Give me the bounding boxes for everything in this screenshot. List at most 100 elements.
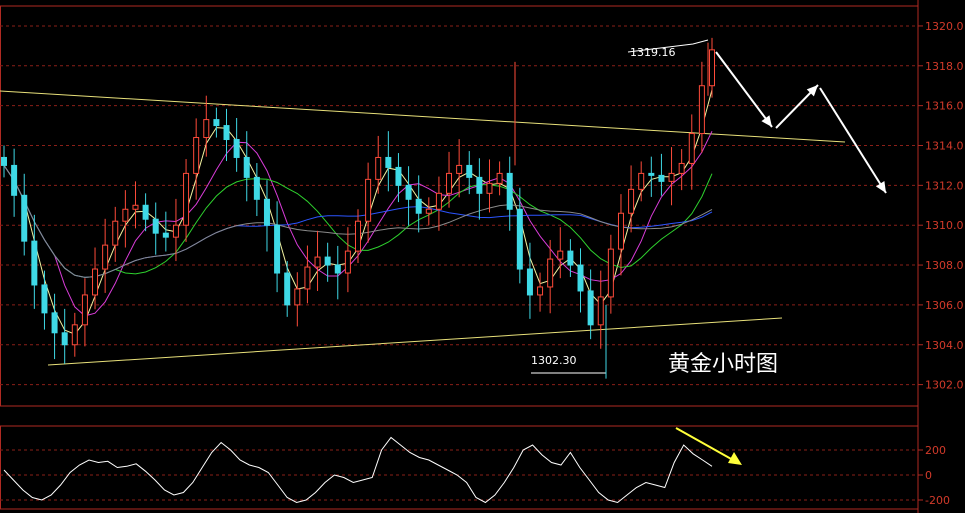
candle-body — [658, 174, 665, 182]
indicator-tick-label: 0 — [925, 469, 932, 482]
candle-body — [466, 164, 473, 178]
candle-body — [172, 224, 179, 238]
forecast-arrow-down-1-head — [761, 115, 772, 127]
candle-body — [547, 258, 554, 288]
candle-body — [496, 172, 503, 184]
candle-body — [112, 220, 119, 246]
candle-body — [607, 248, 614, 298]
candle-body — [223, 125, 230, 141]
candle-body — [152, 218, 159, 234]
candle-body — [142, 204, 149, 220]
candle-body — [415, 198, 422, 214]
candle-body — [597, 296, 604, 326]
indicator-line — [3, 436, 713, 504]
candle-body — [162, 232, 169, 238]
chart-stage: 1302.0 1304.0 1306.0 1308.0 1310.0 1312.0 1314… — [0, 0, 965, 513]
y-tick-label: 1314.0 — [925, 140, 964, 153]
indicator-panel: 200 0 -200 — [0, 425, 950, 510]
candle-body — [435, 192, 442, 210]
candle-body — [274, 224, 281, 274]
y-tick-label: 1308.0 — [925, 259, 964, 272]
candle-body — [31, 240, 38, 286]
candle-body — [233, 139, 240, 158]
candle-body — [375, 156, 382, 180]
candle-body — [628, 188, 635, 214]
chart-title: 黄金小时图 — [668, 352, 778, 377]
candle-body — [92, 268, 99, 296]
price-grid — [0, 0, 919, 513]
y-tick-label: 1320.0 — [925, 20, 964, 33]
candle-body — [1, 156, 7, 166]
candle-body — [506, 172, 513, 210]
candle-body — [486, 182, 493, 194]
candle-body — [41, 284, 48, 314]
y-tick-label: 1318.0 — [925, 60, 964, 73]
y-tick-label: 1310.0 — [925, 219, 964, 232]
candle-body — [21, 194, 28, 242]
candle-body — [395, 166, 402, 186]
candle-body — [102, 244, 109, 270]
candle-body — [355, 220, 361, 252]
candle-body — [456, 164, 463, 174]
candle-body — [557, 250, 564, 260]
low-annotation: 1302.30 — [531, 354, 577, 367]
candle-body — [425, 208, 432, 214]
candle-body — [678, 162, 685, 174]
candle-body — [537, 286, 544, 296]
indicator-tick-label: 200 — [925, 444, 946, 457]
candle-body — [132, 204, 139, 210]
candle-body — [51, 312, 58, 334]
y-tick-label: 1304.0 — [925, 339, 964, 352]
gold-hourly-chart: 1302.0 1304.0 1306.0 1308.0 1310.0 1312.0 1314… — [0, 0, 964, 513]
candle-body — [526, 268, 533, 296]
candle-body — [476, 176, 483, 194]
trend-lines — [0, 39, 846, 374]
candle-body — [668, 172, 675, 182]
candle-body — [81, 294, 88, 326]
candle-body — [324, 256, 331, 266]
candle-body — [446, 172, 453, 194]
candle-body — [183, 172, 190, 226]
resistance-trendline — [0, 90, 846, 143]
indicator-tick-label: -200 — [925, 494, 950, 507]
candle-body — [284, 272, 291, 306]
candle-body — [243, 156, 250, 178]
candle-body — [304, 266, 311, 290]
y-tick-label: 1302.0 — [925, 379, 964, 392]
candle-body — [577, 264, 584, 292]
candle-body — [709, 49, 715, 87]
candle-body — [71, 324, 78, 346]
high-annotation: 1319.16 — [630, 46, 676, 59]
candle-body — [213, 119, 220, 127]
candle-body — [334, 264, 341, 274]
candles — [1, 37, 715, 379]
candle-body — [122, 208, 129, 222]
candle-body — [385, 156, 392, 168]
y-tick-label: 1312.0 — [925, 179, 964, 192]
divergence-arrow — [675, 427, 734, 461]
candle-body — [11, 164, 18, 196]
price-axis: 1302.0 1304.0 1306.0 1308.0 1310.0 1312.0 1314… — [918, 20, 964, 392]
candle-body — [253, 176, 260, 200]
forecast-arrow-down-2 — [819, 87, 887, 194]
indicator-frame — [0, 425, 919, 510]
candle-body — [638, 172, 645, 190]
forecast-arrow-down-1 — [715, 51, 773, 128]
candle-body — [193, 137, 200, 174]
candle-body — [365, 178, 372, 222]
y-tick-label: 1316.0 — [925, 100, 964, 113]
candle-body — [688, 133, 695, 164]
candle-body — [516, 208, 523, 270]
candle-body — [648, 172, 655, 176]
forecast-arrow-down-2-head — [875, 181, 886, 193]
candle-body — [405, 184, 412, 200]
candle-body — [344, 250, 351, 274]
candle-body — [203, 119, 210, 139]
candle-body — [698, 85, 705, 135]
candle-body — [587, 290, 594, 326]
forecast-arrows — [715, 51, 887, 194]
y-tick-label: 1306.0 — [925, 299, 964, 312]
candle-body — [617, 212, 624, 250]
candle-body — [567, 250, 574, 266]
candle-body — [294, 288, 301, 306]
